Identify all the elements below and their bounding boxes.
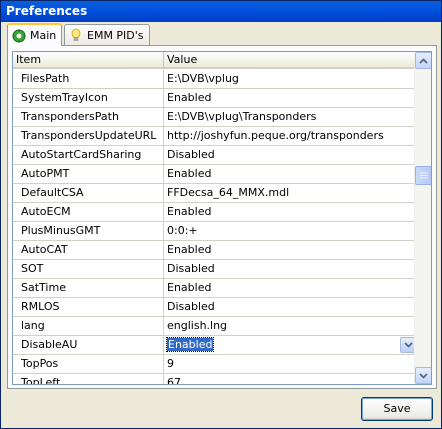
- vertical-scrollbar[interactable]: [414, 52, 431, 384]
- grip-icon: [419, 172, 428, 179]
- table-row[interactable]: RMLOS Disabled: [13, 298, 417, 317]
- column-header-item[interactable]: Item: [13, 52, 164, 69]
- table-row[interactable]: AutoPMT Enabled: [13, 165, 417, 184]
- tab-strip: Main EMM PID's: [7, 23, 437, 46]
- save-button-label: Save: [383, 402, 411, 415]
- main-tab-panel: Item Value FilesPath E:\DVB\vplug SystemTr…: [7, 45, 437, 389]
- chevron-up-icon: [419, 57, 428, 64]
- lightbulb-icon: [69, 28, 83, 42]
- table-row[interactable]: TranspondersPath E:\DVB\vplug\Transponder…: [13, 108, 417, 127]
- row-item-name: lang: [13, 317, 164, 335]
- scroll-thumb[interactable]: [415, 166, 431, 185]
- table-row[interactable]: AutoECM Enabled: [13, 203, 417, 222]
- row-value[interactable]: 9: [164, 355, 417, 373]
- table-row[interactable]: SystemTrayIcon Enabled: [13, 89, 417, 108]
- window-title: Preferences: [6, 4, 88, 18]
- row-value[interactable]: Enabled: [164, 165, 417, 183]
- row-value[interactable]: FFDecsa_64_MMX.mdl: [164, 184, 417, 202]
- row-item-name: AutoStartCardSharing: [13, 146, 164, 164]
- row-value[interactable]: Disabled: [164, 298, 417, 316]
- row-item-name: SystemTrayIcon: [13, 89, 164, 107]
- row-value[interactable]: E:\DVB\vplug: [164, 70, 417, 88]
- row-item-name: AutoPMT: [13, 165, 164, 183]
- chevron-down-icon: [419, 372, 428, 379]
- title-bar[interactable]: Preferences: [1, 1, 441, 22]
- row-item-name: FilesPath: [13, 70, 164, 88]
- table-row[interactable]: TopLeft 67: [13, 374, 417, 384]
- tab-emm-pids-label: EMM PID's: [87, 28, 144, 42]
- tab-main-label: Main: [30, 29, 57, 42]
- row-item-name: RMLOS: [13, 298, 164, 316]
- row-item-name: PlusMinusGMT: [13, 222, 164, 240]
- row-item-name: SatTime: [13, 279, 164, 297]
- row-value[interactable]: Disabled: [164, 146, 417, 164]
- table-row[interactable]: TranspondersUpdateURL http://joshyfun.peq…: [13, 127, 417, 146]
- table-row[interactable]: SatTime Enabled: [13, 279, 417, 298]
- row-value[interactable]: E:\DVB\vplug\Transponders: [164, 108, 417, 126]
- selected-value-text[interactable]: Enabled: [165, 337, 215, 352]
- scroll-down-button[interactable]: [415, 367, 431, 384]
- table-row[interactable]: AutoCAT Enabled: [13, 241, 417, 260]
- table-row[interactable]: SOT Disabled: [13, 260, 417, 279]
- row-item-name: TranspondersUpdateURL: [13, 127, 164, 145]
- gear-icon: [12, 29, 26, 43]
- row-item-name: SOT: [13, 260, 164, 278]
- grid-rows: FilesPath E:\DVB\vplug SystemTrayIcon Enabl…: [13, 70, 417, 384]
- grid-header: Item Value: [13, 52, 417, 69]
- tab-main[interactable]: Main: [7, 23, 63, 46]
- row-value[interactable]: Disabled: [164, 260, 417, 278]
- row-value[interactable]: http://joshyfun.peque.org/transponders: [164, 127, 417, 145]
- row-value[interactable]: Enabled: [164, 241, 417, 259]
- table-row[interactable]: lang english.lng: [13, 317, 417, 336]
- column-header-value[interactable]: Value: [164, 52, 417, 69]
- row-item-name: AutoECM: [13, 203, 164, 221]
- row-item-name: TopPos: [13, 355, 164, 373]
- table-row[interactable]: AutoStartCardSharing Disabled: [13, 146, 417, 165]
- row-value[interactable]: Enabled: [164, 203, 417, 221]
- preferences-grid: Item Value FilesPath E:\DVB\vplug SystemTr…: [12, 51, 432, 385]
- row-value[interactable]: Enabled: [164, 336, 417, 354]
- row-value[interactable]: 0:0:+: [164, 222, 417, 240]
- row-value[interactable]: Enabled: [164, 279, 417, 297]
- row-value[interactable]: 67: [164, 374, 417, 384]
- table-row[interactable]: FilesPath E:\DVB\vplug: [13, 70, 417, 89]
- row-value[interactable]: Enabled: [164, 89, 417, 107]
- row-item-name: TopLeft: [13, 374, 164, 384]
- table-row[interactable]: TopPos 9: [13, 355, 417, 374]
- table-row[interactable]: DefaultCSA FFDecsa_64_MMX.mdl: [13, 184, 417, 203]
- row-item-name: TranspondersPath: [13, 108, 164, 126]
- tab-emm-pids[interactable]: EMM PID's: [64, 24, 150, 45]
- table-row[interactable]: PlusMinusGMT 0:0:+: [13, 222, 417, 241]
- row-item-name: DefaultCSA: [13, 184, 164, 202]
- save-button[interactable]: Save: [361, 397, 433, 421]
- preferences-window: Preferences Main EMM PID's Item Value Fi…: [0, 0, 442, 429]
- row-value[interactable]: english.lng: [164, 317, 417, 335]
- table-row[interactable]: DisableAU Enabled: [13, 336, 417, 355]
- scroll-up-button[interactable]: [415, 52, 431, 69]
- chevron-down-icon: [403, 342, 413, 348]
- row-item-name: AutoCAT: [13, 241, 164, 259]
- row-item-name: DisableAU: [13, 336, 164, 354]
